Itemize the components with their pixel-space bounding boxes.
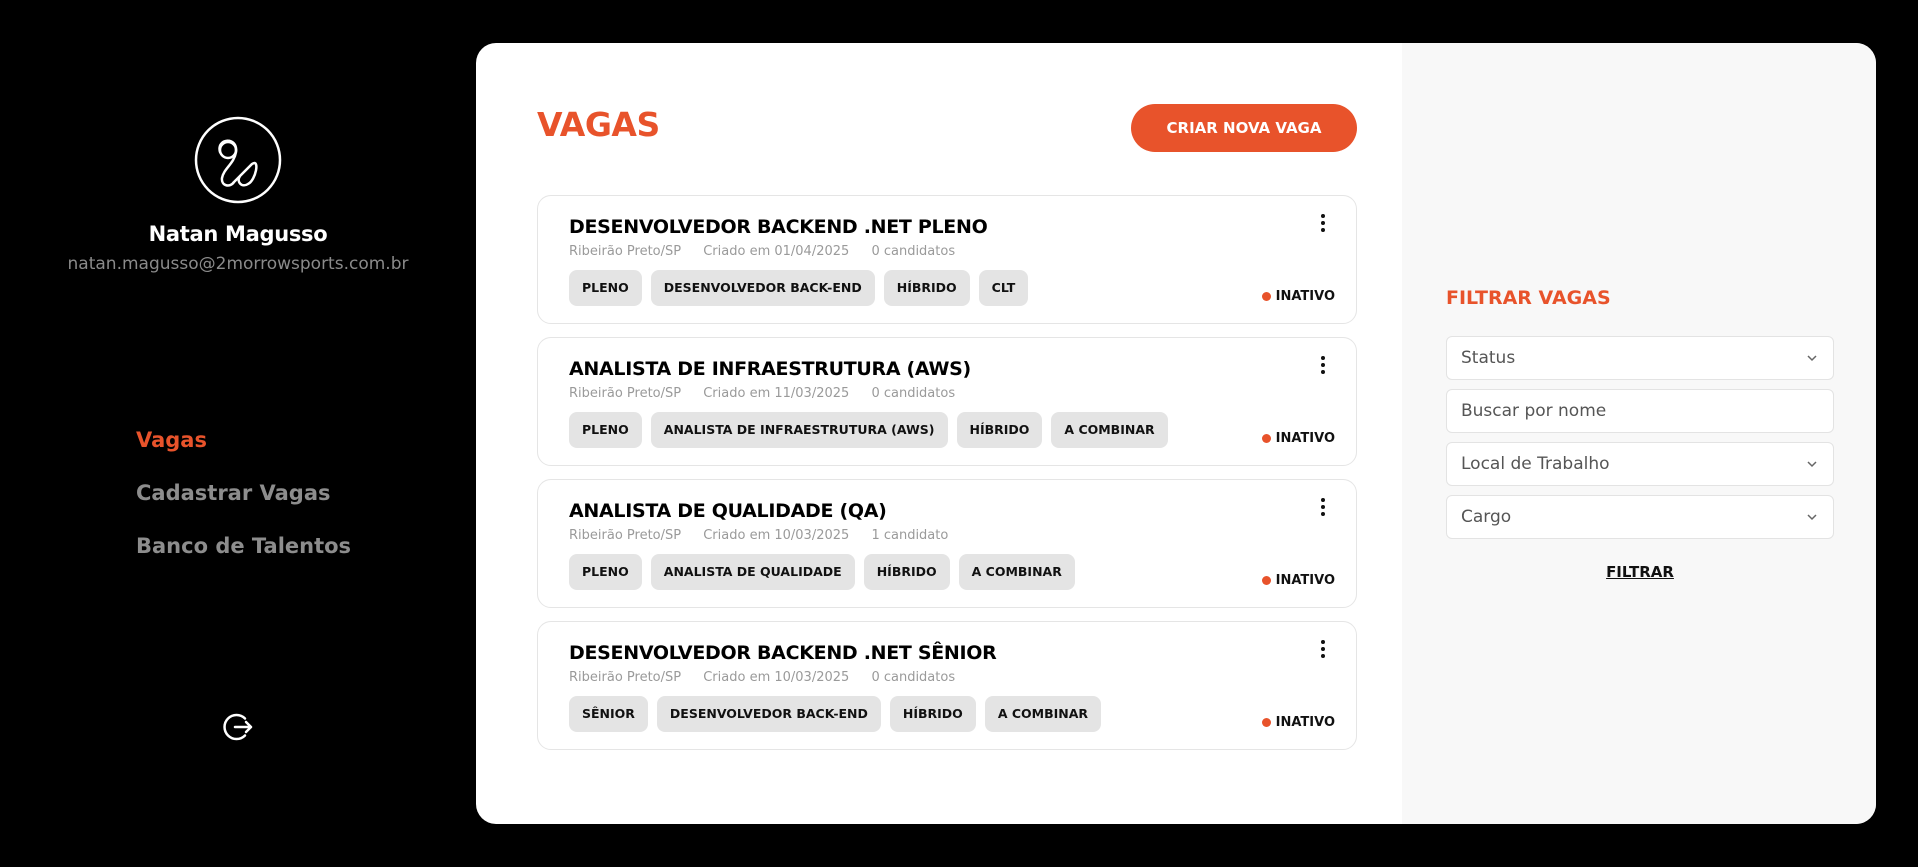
status-label: INATIVO [1275, 289, 1335, 304]
status-badge: INATIVO [1261, 289, 1335, 304]
filter-button[interactable]: FILTRAR [1446, 563, 1834, 581]
chevron-down-icon [1807, 514, 1817, 521]
chevron-down-icon [1807, 461, 1817, 468]
job-card[interactable]: DESENVOLVEDOR BACKEND .NET SÊNIOR Ribeir… [537, 621, 1357, 750]
status-select-value: Status [1461, 348, 1516, 368]
page-title: VAGAS [537, 105, 660, 144]
job-meta: Ribeirão Preto/SP Criado em 11/03/2025 0… [569, 386, 973, 401]
job-tag: PLENO [569, 554, 642, 590]
job-tag: HÍBRIDO [863, 554, 950, 590]
job-title: ANALISTA DE INFRAESTRUTURA (AWS) [569, 358, 971, 380]
status-badge: INATIVO [1261, 431, 1335, 446]
job-candidates: 1 candidato [871, 528, 949, 543]
more-options-icon[interactable] [1316, 638, 1330, 660]
job-tag: HÍBRIDO [883, 270, 970, 306]
job-tags: PLENO ANALISTA DE INFRAESTRUTURA (AWS) H… [569, 412, 1168, 448]
job-tags: SÊNIOR DESENVOLVEDOR BACK-END HÍBRIDO A … [569, 696, 1102, 732]
more-options-icon[interactable] [1316, 212, 1330, 234]
job-location: Ribeirão Preto/SP [569, 670, 682, 685]
job-tag: PLENO [569, 412, 642, 448]
filter-panel: FILTRAR VAGAS Status Local de Trabalho C… [1402, 43, 1876, 824]
job-created: Criado em 01/04/2025 [703, 244, 850, 259]
job-title: ANALISTA DE QUALIDADE (QA) [569, 500, 887, 522]
job-created: Criado em 10/03/2025 [703, 528, 850, 543]
job-candidates: 0 candidatos [871, 244, 956, 259]
job-card[interactable]: DESENVOLVEDOR BACKEND .NET PLENO Ribeirã… [537, 195, 1357, 324]
job-tag: A COMBINAR [1051, 412, 1168, 448]
status-badge: INATIVO [1261, 715, 1335, 730]
job-tag: DESENVOLVEDOR BACK-END [650, 270, 875, 306]
main-panel: VAGAS CRIAR NOVA VAGA DESENVOLVEDOR BACK… [476, 43, 1876, 824]
status-select[interactable]: Status [1446, 336, 1834, 380]
search-input[interactable] [1461, 401, 1819, 421]
job-tag: A COMBINAR [984, 696, 1102, 732]
job-candidates: 0 candidatos [871, 386, 956, 401]
job-tags: PLENO ANALISTA DE QUALIDADE HÍBRIDO A CO… [569, 554, 1075, 590]
chevron-down-icon [1807, 355, 1817, 362]
search-field[interactable] [1446, 389, 1834, 433]
location-select-value: Local de Trabalho [1461, 454, 1610, 474]
job-tag: SÊNIOR [569, 696, 648, 732]
job-tag: ANALISTA DE QUALIDADE [650, 554, 855, 590]
job-title: DESENVOLVEDOR BACKEND .NET SÊNIOR [569, 642, 997, 664]
job-tag: ANALISTA DE INFRAESTRUTURA (AWS) [650, 412, 948, 448]
job-meta: Ribeirão Preto/SP Criado em 10/03/2025 0… [569, 670, 973, 685]
filter-title: FILTRAR VAGAS [1446, 287, 1611, 309]
job-meta: Ribeirão Preto/SP Criado em 10/03/2025 1… [569, 528, 966, 543]
job-tag: HÍBRIDO [956, 412, 1043, 448]
status-label: INATIVO [1275, 715, 1335, 730]
sidebar-item-cadastrar-vagas[interactable]: Cadastrar Vagas [136, 477, 351, 530]
status-label: INATIVO [1275, 573, 1335, 588]
sidebar-nav: Vagas Cadastrar Vagas Banco de Talentos [136, 424, 351, 583]
job-tag: PLENO [569, 270, 642, 306]
status-dot-icon [1261, 576, 1271, 585]
logout-icon[interactable] [221, 710, 255, 744]
role-select[interactable]: Cargo [1446, 495, 1834, 539]
job-tag: HÍBRIDO [889, 696, 976, 732]
job-candidates: 0 candidatos [871, 670, 956, 685]
user-email: natan.magusso@2morrowsports.com.br [67, 254, 409, 274]
job-created: Criado em 11/03/2025 [703, 386, 850, 401]
job-list: DESENVOLVEDOR BACKEND .NET PLENO Ribeirã… [537, 195, 1357, 763]
status-label: INATIVO [1275, 431, 1335, 446]
job-tag: CLT [978, 270, 1029, 306]
role-select-value: Cargo [1461, 507, 1512, 527]
job-meta: Ribeirão Preto/SP Criado em 01/04/2025 0… [569, 244, 973, 259]
more-options-icon[interactable] [1316, 354, 1330, 376]
job-tags: PLENO DESENVOLVEDOR BACK-END HÍBRIDO CLT [569, 270, 1029, 306]
job-location: Ribeirão Preto/SP [569, 244, 682, 259]
avatar-logo-icon [194, 116, 282, 204]
job-location: Ribeirão Preto/SP [569, 528, 682, 543]
job-created: Criado em 10/03/2025 [703, 670, 850, 685]
sidebar-item-vagas[interactable]: Vagas [136, 424, 351, 477]
status-dot-icon [1261, 292, 1271, 301]
sidebar: Natan Magusso natan.magusso@2morrowsport… [0, 0, 476, 867]
more-options-icon[interactable] [1316, 496, 1330, 518]
status-dot-icon [1261, 434, 1271, 443]
job-location: Ribeirão Preto/SP [569, 386, 682, 401]
user-name: Natan Magusso [148, 222, 328, 246]
job-card[interactable]: ANALISTA DE QUALIDADE (QA) Ribeirão Pret… [537, 479, 1357, 608]
job-card[interactable]: ANALISTA DE INFRAESTRUTURA (AWS) Ribeirã… [537, 337, 1357, 466]
location-select[interactable]: Local de Trabalho [1446, 442, 1834, 486]
job-tag: DESENVOLVEDOR BACK-END [656, 696, 881, 732]
job-title: DESENVOLVEDOR BACKEND .NET PLENO [569, 216, 988, 238]
status-dot-icon [1261, 718, 1271, 727]
sidebar-item-banco-de-talentos[interactable]: Banco de Talentos [136, 530, 351, 583]
create-job-button[interactable]: CRIAR NOVA VAGA [1131, 104, 1357, 152]
status-badge: INATIVO [1261, 573, 1335, 588]
job-tag: A COMBINAR [958, 554, 1075, 590]
